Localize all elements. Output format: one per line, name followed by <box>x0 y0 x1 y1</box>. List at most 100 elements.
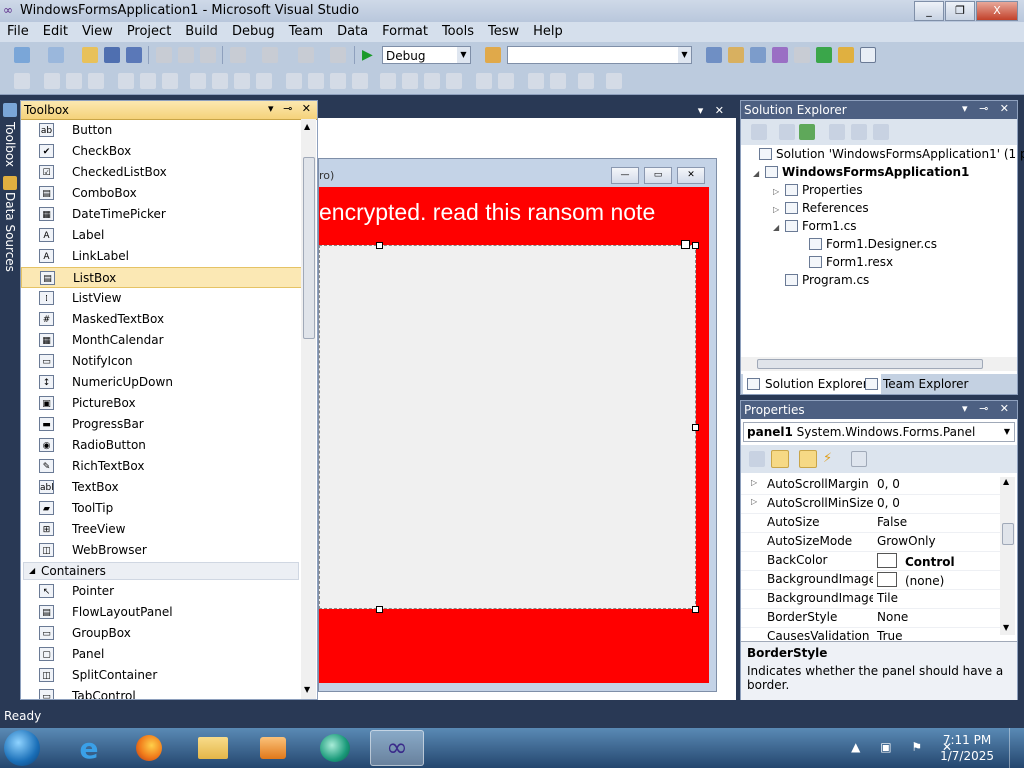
menu-build[interactable]: Build <box>178 22 225 42</box>
align-rights-icon[interactable] <box>88 73 104 89</box>
copy-icon[interactable] <box>178 47 194 63</box>
start-page-icon[interactable] <box>816 47 832 63</box>
toolbox-item[interactable]: ◉ RadioButton <box>21 435 302 456</box>
refresh-icon[interactable] <box>799 124 815 140</box>
menu-tesw[interactable]: Tesw <box>481 22 526 42</box>
open-file-icon[interactable] <box>82 47 98 63</box>
property-value[interactable]: 0, 0 <box>877 477 900 491</box>
file-explorer-button[interactable] <box>186 730 240 766</box>
find-combo[interactable]: ▼ <box>507 46 692 64</box>
scroll-down-icon[interactable]: ▼ <box>304 685 310 694</box>
cut-icon[interactable] <box>156 47 172 63</box>
expand-arrow-icon[interactable]: ▷ <box>751 497 757 506</box>
toolbox-item[interactable]: ◫ WebBrowser <box>21 540 302 561</box>
property-row[interactable]: ▷ AutoScrollMargin 0, 0 <box>741 475 1001 495</box>
smart-tag-icon[interactable] <box>681 240 690 249</box>
decrease-horizontal-spacing-icon[interactable] <box>330 73 346 89</box>
toolbox-window-controls[interactable]: ▾ ⊸ ✕ <box>268 102 314 115</box>
property-row[interactable]: BackColor Control <box>741 551 1001 571</box>
toolbox-item[interactable]: ✔ CheckBox <box>21 141 302 162</box>
vertical-spacing-icon[interactable] <box>380 73 396 89</box>
start-button[interactable] <box>4 730 40 766</box>
toolbox-item[interactable]: ab Button <box>21 120 302 141</box>
menu-help[interactable]: Help <box>526 22 570 42</box>
solution-explorer-hscroll[interactable] <box>741 357 1017 371</box>
expand-arrow-icon[interactable]: ▷ <box>773 205 785 214</box>
toolbox-item[interactable]: ▭ GroupBox <box>21 623 302 644</box>
restore-button[interactable]: ❐ <box>945 1 975 21</box>
tab-order-icon[interactable] <box>578 73 594 89</box>
media-player-button[interactable] <box>246 730 300 766</box>
toolbox-item[interactable]: ▭ TabControl <box>21 686 302 699</box>
class-view-icon[interactable] <box>772 47 788 63</box>
expand-arrow-icon[interactable]: ◢ <box>753 169 765 178</box>
increase-vertical-spacing-icon[interactable] <box>402 73 418 89</box>
view-code-icon[interactable] <box>829 124 845 140</box>
toolbox-item[interactable]: ▭ NotifyIcon <box>21 351 302 372</box>
property-row[interactable]: BorderStyle None <box>741 608 1001 628</box>
resize-handle[interactable] <box>692 242 699 249</box>
center-horizontally-icon[interactable] <box>476 73 492 89</box>
designer-tab-controls[interactable]: ▾ ✕ <box>698 104 728 117</box>
align-lefts-icon[interactable] <box>44 73 60 89</box>
properties-view-icon[interactable] <box>799 450 817 468</box>
toolbox-item[interactable]: ▦ MonthCalendar <box>21 330 302 351</box>
toolbox-item[interactable]: A LinkLabel <box>21 246 302 267</box>
toolbox-item[interactable]: ✎ RichTextBox <box>21 456 302 477</box>
toolbox-side-tab[interactable]: Toolbox <box>3 122 17 167</box>
toolbox-item[interactable]: ↖ Pointer <box>21 581 302 602</box>
tree-node[interactable]: Form1.Designer.cs <box>797 237 937 255</box>
events-lightning-icon[interactable]: ⚡ <box>823 451 839 467</box>
toolbox-icon[interactable] <box>794 47 810 63</box>
toolbox-item[interactable]: ▣ PictureBox <box>21 393 302 414</box>
expand-arrow-icon[interactable]: ▷ <box>773 187 785 196</box>
toolbox-item[interactable]: ☑ CheckedListBox <box>21 162 302 183</box>
data-sources-side-tab[interactable]: Data Sources <box>3 192 17 272</box>
red-background-panel[interactable]: encrypted. read this ransom note <box>319 187 709 683</box>
menu-format[interactable]: Format <box>375 22 435 42</box>
form1-window[interactable]: ro) — ▭ ✕ encrypted. read this ransom no… <box>318 158 717 692</box>
menu-tools[interactable]: Tools <box>435 22 481 42</box>
show-all-files-icon[interactable] <box>779 124 795 140</box>
properties-window-icon[interactable] <box>728 47 744 63</box>
property-pages-icon[interactable] <box>851 451 867 467</box>
menu-file[interactable]: File <box>0 22 36 42</box>
property-value[interactable]: Tile <box>877 591 898 605</box>
app-button[interactable] <box>308 730 362 766</box>
navigate-forward-icon[interactable] <box>330 47 346 63</box>
undo-icon[interactable] <box>230 47 246 63</box>
scroll-thumb[interactable] <box>757 359 983 369</box>
paste-icon[interactable] <box>200 47 216 63</box>
minimize-button[interactable]: _ <box>914 1 944 21</box>
alphabetical-icon[interactable] <box>771 450 789 468</box>
property-row[interactable]: AutoSizeMode GrowOnly <box>741 532 1001 552</box>
properties-scrollbar[interactable]: ▲ ▼ <box>1000 477 1015 635</box>
scroll-thumb[interactable] <box>303 157 315 339</box>
decrease-vertical-spacing-icon[interactable] <box>424 73 440 89</box>
toolbox-item[interactable]: ▢ Panel <box>21 644 302 665</box>
extension-manager-icon[interactable] <box>838 47 854 63</box>
tree-node[interactable]: ◢ WindowsFormsApplication1 <box>753 165 969 183</box>
toolbox-item[interactable]: ↕ NumericUpDown <box>21 372 302 393</box>
tree-node[interactable]: ▷ References <box>773 201 869 219</box>
size-to-grid-icon[interactable] <box>212 73 228 89</box>
resize-handle[interactable] <box>692 606 699 613</box>
menu-project[interactable]: Project <box>120 22 178 42</box>
make-same-size-icon[interactable] <box>256 73 272 89</box>
design-surface[interactable]: ro) — ▭ ✕ encrypted. read this ransom no… <box>318 118 736 700</box>
property-value[interactable]: False <box>877 515 907 529</box>
toolbox-group-containers[interactable]: ◢ Containers <box>23 562 299 580</box>
menu-debug[interactable]: Debug <box>225 22 282 42</box>
solution-explorer-icon[interactable] <box>706 47 722 63</box>
categorized-icon[interactable] <box>749 451 765 467</box>
toolbox-item[interactable]: ▦ DateTimePicker <box>21 204 302 225</box>
property-row[interactable]: AutoSize False <box>741 513 1001 533</box>
expand-arrow-icon[interactable]: ◢ <box>773 223 785 232</box>
bring-to-front-icon[interactable] <box>528 73 544 89</box>
tab-team-explorer[interactable]: Team Explorer <box>861 374 1003 394</box>
start-debugging-icon[interactable]: ▶ <box>362 47 378 63</box>
expand-arrow-icon[interactable]: ▷ <box>751 478 757 487</box>
property-value[interactable]: (none) <box>877 572 944 588</box>
send-to-back-icon[interactable] <box>550 73 566 89</box>
toolbox-item[interactable]: ◫ SplitContainer <box>21 665 302 686</box>
